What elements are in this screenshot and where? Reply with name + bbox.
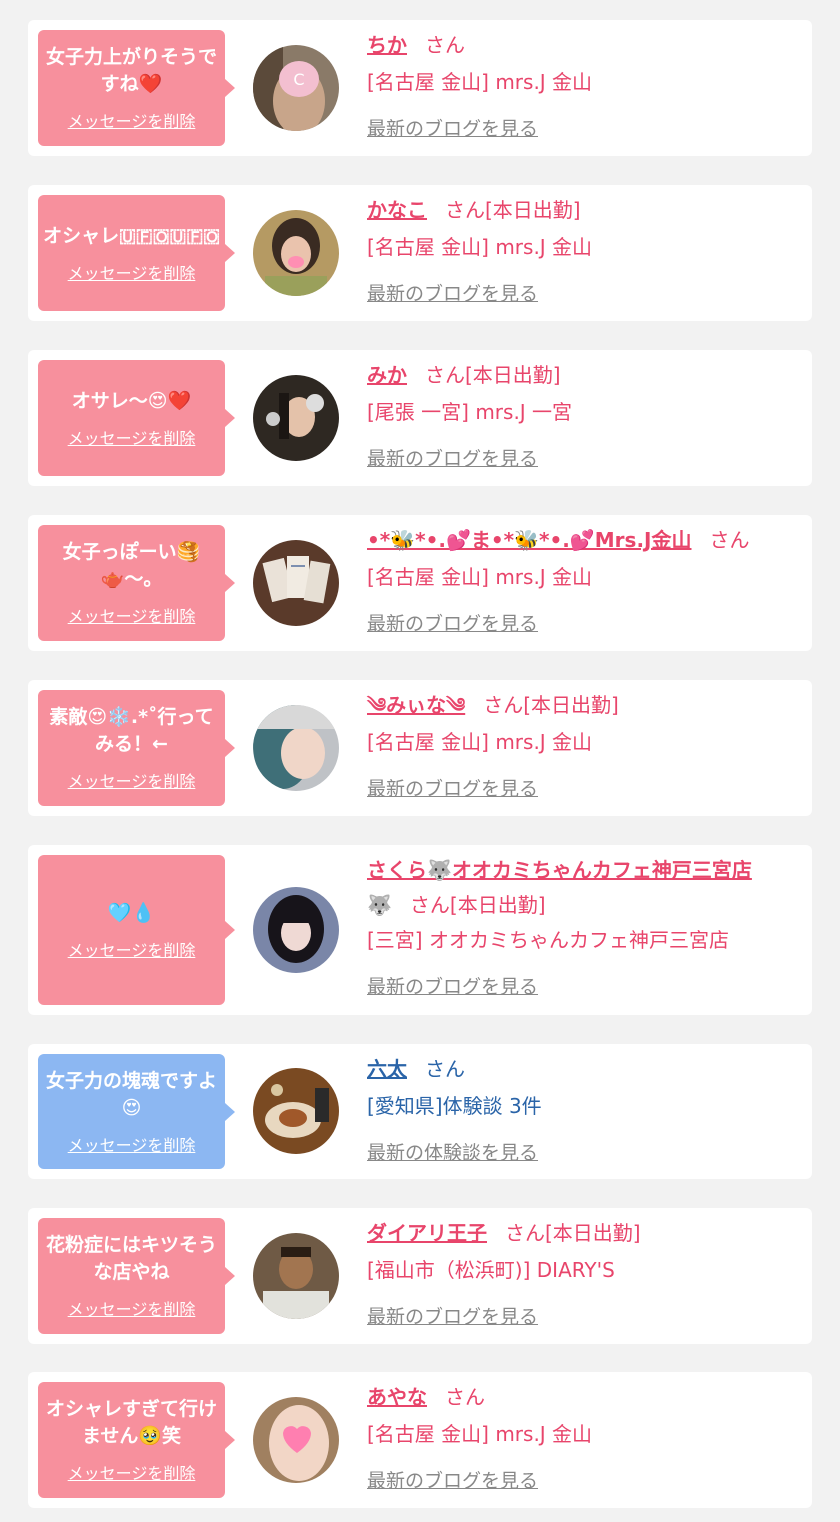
shop-info: [尾張 一宮] mrs.J 一宮 (367, 400, 573, 424)
info: あやな さん [名古屋 金山] mrs.J 金山 最新のブログを見る (367, 1384, 802, 1493)
latest-blog-link[interactable]: 最新のブログを見る (367, 609, 538, 636)
message-text: 🩵💧 (107, 901, 156, 924)
latest-blog-link[interactable]: 最新のブログを見る (367, 774, 538, 801)
delete-message-link[interactable]: メッセージを削除 (68, 1132, 196, 1156)
message-bubble: 女子っぽーい🥞🫖〜。 メッセージを削除 (38, 525, 235, 641)
info: さくら🐺オオカミちゃんカフェ神戸三宮店 🐺 さん[本日出勤] [三宮] オオカミち… (367, 857, 802, 999)
user-name-link[interactable]: あやな (367, 1385, 427, 1409)
info: かなこ さん[本日出勤] [名古屋 金山] mrs.J 金山 最新のブログを見る (367, 197, 802, 306)
message-bubble: オサレ〜😍❤️ メッセージを削除 (38, 360, 235, 476)
message-text: オシャレ🇺​🇫​🇴​🇺​🇫​🇴 (43, 224, 220, 247)
list-item: オシャレすぎて行けません🥹笑 メッセージを削除 あやな さん [名古屋 金山] m… (28, 1372, 812, 1508)
latest-blog-link[interactable]: 最新のブログを見る (367, 972, 538, 999)
delete-message-link[interactable]: メッセージを削除 (68, 603, 196, 627)
latest-blog-link[interactable]: 最新のブログを見る (367, 279, 538, 306)
user-name-link[interactable]: ༄みぃな༄ (367, 693, 465, 717)
list-item: 素敵😍❄️.*˚行ってみる！← メッセージを削除 ༄みぃな༄ さん[本日出勤] [… (28, 680, 812, 816)
message-bubble: 女子力上がりそうですね❤️ メッセージを削除 (38, 30, 235, 146)
shop-info: [名古屋 金山] mrs.J 金山 (367, 70, 593, 94)
info: ༄みぃな༄ さん[本日出勤] [名古屋 金山] mrs.J 金山 最新のブログを見… (367, 692, 802, 801)
message-bubble: 素敵😍❄️.*˚行ってみる！← メッセージを削除 (38, 690, 235, 806)
user-name-link[interactable]: かなこ (367, 198, 427, 222)
avatar[interactable] (253, 705, 339, 791)
delete-message-link[interactable]: メッセージを削除 (68, 260, 196, 284)
message-bubble: 女子力の塊魂ですよ😍 メッセージを削除 (38, 1054, 235, 1169)
info: みか さん[本日出勤] [尾張 一宮] mrs.J 一宮 最新のブログを見る (367, 362, 802, 471)
avatar[interactable] (253, 375, 339, 461)
honorific: さん[本日出勤] (445, 198, 581, 222)
honorific: さん[本日出勤] (425, 363, 561, 387)
info: ちか さん [名古屋 金山] mrs.J 金山 最新のブログを見る (367, 32, 802, 141)
avatar[interactable] (253, 887, 339, 973)
info: ダイアリ王子 さん[本日出勤] [福山市（松浜町)] DIARY'S 最新のブログ… (367, 1220, 802, 1329)
delete-message-link[interactable]: メッセージを削除 (68, 1460, 196, 1484)
honorific: さん (425, 33, 465, 57)
message-bubble: オシャレすぎて行けません🥹笑 メッセージを削除 (38, 1382, 235, 1498)
avatar[interactable] (253, 1068, 339, 1154)
delete-message-link[interactable]: メッセージを削除 (68, 768, 196, 792)
honorific: さん[本日出勤] (409, 893, 546, 917)
latest-blog-link[interactable]: 最新のブログを見る (367, 1302, 538, 1329)
user-name-link[interactable]: みか (367, 363, 407, 387)
user-name-link[interactable]: ちか (367, 33, 407, 57)
list-item: 女子っぽーい🥞🫖〜。 メッセージを削除 •*🐝*•.💕ま•*🐝*•.💕Mrs.J… (28, 515, 812, 651)
list-item: 女子力の塊魂ですよ😍 メッセージを削除 六太 さん [愛知県]体験談 3件 最新の… (28, 1044, 812, 1179)
honorific: さん[本日出勤] (505, 1221, 641, 1245)
message-text: オシャレすぎて行けません🥹笑 (46, 1398, 217, 1447)
avatar[interactable] (253, 540, 339, 626)
user-name-link[interactable]: 六太 (367, 1057, 407, 1081)
avatar[interactable]: C (253, 45, 339, 131)
honorific: さん (709, 528, 750, 552)
latest-blog-link[interactable]: 最新のブログを見る (367, 444, 538, 471)
message-text: 女子力の塊魂ですよ😍 (46, 1069, 217, 1119)
honorific: さん (425, 1057, 465, 1081)
honorific: さん[本日出勤] (483, 693, 619, 717)
message-text: 女子力上がりそうですね❤️ (46, 46, 217, 95)
list-item: 花粉症にはキツそうな店やね メッセージを削除 ダイアリ王子 さん[本日出勤] [福… (28, 1208, 812, 1344)
message-list: 女子力上がりそうですね❤️ メッセージを削除 C ちか さん [名古屋 金山] m… (0, 0, 840, 1522)
delete-message-link[interactable]: メッセージを削除 (68, 108, 196, 132)
latest-blog-link[interactable]: 最新のブログを見る (367, 1466, 538, 1493)
avatar[interactable] (253, 210, 339, 296)
shop-info: [名古屋 金山] mrs.J 金山 (367, 235, 593, 259)
info: •*🐝*•.💕ま•*🐝*•.💕Mrs.J金山 さん [名古屋 金山] mrs.J … (367, 527, 802, 636)
list-item: 🩵💧 メッセージを削除 さくら🐺オオカミちゃんカフェ神戸三宮店 🐺 さん[本日出勤… (28, 845, 812, 1015)
shop-info: [名古屋 金山] mrs.J 金山 (367, 730, 593, 754)
message-bubble: 花粉症にはキツそうな店やね メッセージを削除 (38, 1218, 235, 1334)
delete-message-link[interactable]: メッセージを削除 (68, 1296, 196, 1320)
info: 六太 さん [愛知県]体験談 3件 最新の体験談を見る (367, 1056, 802, 1165)
list-item: 女子力上がりそうですね❤️ メッセージを削除 C ちか さん [名古屋 金山] m… (28, 20, 812, 156)
user-name-link[interactable]: •*🐝*•.💕ま•*🐝*•.💕Mrs.J金山 (367, 528, 691, 552)
message-text: オサレ〜😍❤️ (71, 389, 192, 412)
user-name-link[interactable]: さくら🐺オオカミちゃんカフェ神戸三宮店 (367, 858, 752, 882)
review-info: [愛知県]体験談 3件 (367, 1094, 542, 1118)
latest-review-link[interactable]: 最新の体験談を見る (367, 1138, 538, 1165)
delete-message-link[interactable]: メッセージを削除 (68, 425, 196, 449)
latest-blog-link[interactable]: 最新のブログを見る (367, 114, 538, 141)
shop-info: [福山市（松浜町)] DIARY'S (367, 1258, 615, 1282)
user-name-link[interactable]: ダイアリ王子 (367, 1221, 487, 1245)
wolf-icon: 🐺 (367, 893, 392, 917)
svg-text:C: C (293, 70, 304, 89)
message-text: 女子っぽーい🥞🫖〜。 (62, 541, 201, 590)
honorific: さん (445, 1385, 485, 1409)
shop-info: [名古屋 金山] mrs.J 金山 (367, 1422, 593, 1446)
list-item: オサレ〜😍❤️ メッセージを削除 みか さん[本日出勤] [尾張 一宮] mrs.… (28, 350, 812, 486)
avatar[interactable] (253, 1397, 339, 1483)
message-text: 花粉症にはキツそうな店やね (46, 1234, 217, 1283)
shop-info: [三宮] オオカミちゃんカフェ神戸三宮店 (367, 928, 729, 952)
message-text: 素敵😍❄️.*˚行ってみる！← (49, 706, 214, 755)
delete-message-link[interactable]: メッセージを削除 (68, 937, 196, 961)
shop-info: [名古屋 金山] mrs.J 金山 (367, 565, 593, 589)
message-bubble: 🩵💧 メッセージを削除 (38, 855, 235, 1005)
avatar[interactable] (253, 1233, 339, 1319)
list-item: オシャレ🇺​🇫​🇴​🇺​🇫​🇴 メッセージを削除 かなこ さん[本日出勤] [名古… (28, 185, 812, 321)
message-bubble: オシャレ🇺​🇫​🇴​🇺​🇫​🇴 メッセージを削除 (38, 195, 235, 311)
